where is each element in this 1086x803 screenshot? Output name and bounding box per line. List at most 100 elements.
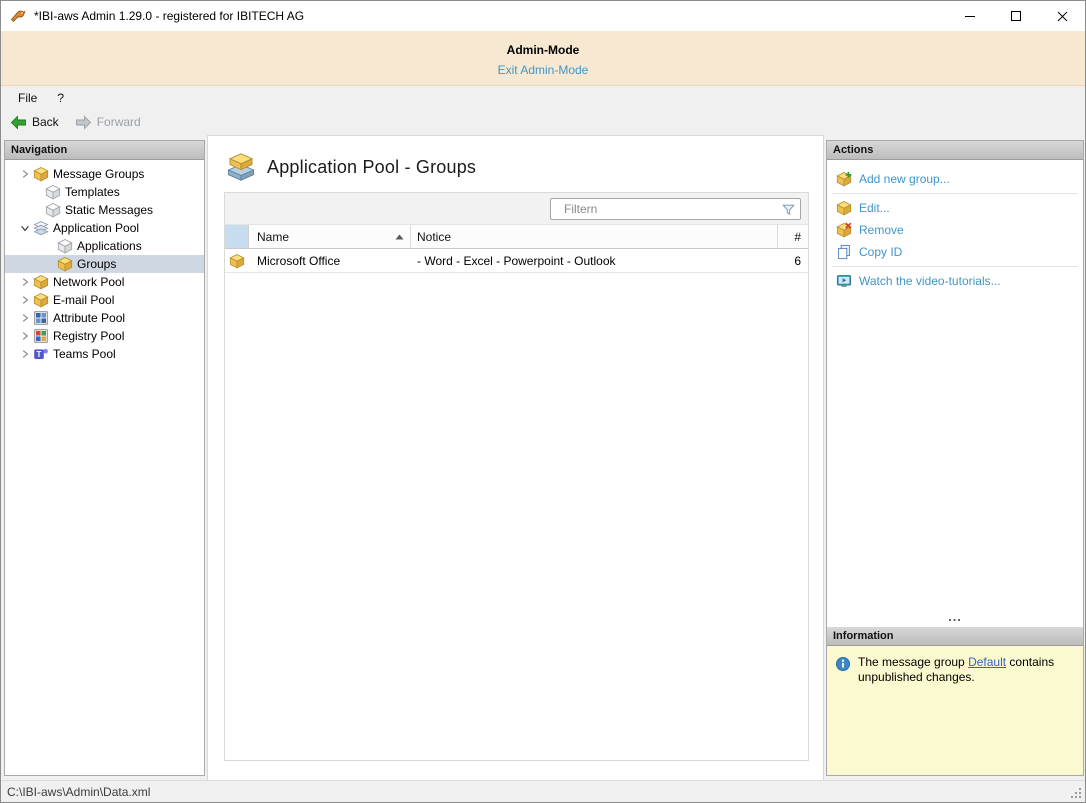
actions-list: Add new group... Edit... Remove Copy ID Watc… (827, 160, 1083, 292)
nav-item-label: Applications (77, 239, 142, 253)
table-header: Name Notice # (225, 225, 808, 249)
page-title: Application Pool - Groups (267, 157, 476, 178)
svg-text:T: T (37, 350, 42, 359)
menubar: File? (1, 86, 1085, 109)
nav-item-teams-pool[interactable]: TTeams Pool (5, 345, 204, 363)
table-body: Microsoft Office- Word - Excel - Powerpo… (225, 249, 808, 760)
nav-item-message-groups[interactable]: Message Groups (5, 165, 204, 183)
nav-item-static-messages[interactable]: Static Messages (5, 201, 204, 219)
filter-funnel-icon[interactable] (781, 202, 796, 217)
navigation-panel: Navigation Message Groups Templates Static… (4, 140, 205, 776)
nav-item-attribute-pool[interactable]: Attribute Pool (5, 309, 204, 327)
back-label: Back (32, 115, 59, 129)
sort-ascending-icon (395, 234, 404, 240)
applications-icon (57, 238, 73, 254)
exit-admin-mode-link[interactable]: Exit Admin-Mode (498, 63, 589, 77)
column-header-icon[interactable] (225, 225, 249, 248)
table-row[interactable]: Microsoft Office- Word - Excel - Powerpo… (225, 249, 808, 273)
action-add-new-group[interactable]: Add new group... (827, 168, 1083, 190)
statusbar: C:\IBI-aws\Admin\Data.xml (1, 780, 1085, 802)
action-remove[interactable]: Remove (827, 219, 1083, 241)
nav-item-label: Network Pool (53, 275, 124, 289)
info-icon (835, 656, 851, 672)
actions-divider (832, 193, 1078, 194)
copy-id-icon (836, 244, 852, 260)
nav-item-label: Application Pool (53, 221, 139, 235)
nav-item-label: Registry Pool (53, 329, 124, 343)
action-copy-id[interactable]: Copy ID (827, 241, 1083, 263)
application-pool-icon (33, 220, 49, 236)
nav-item-e-mail-pool[interactable]: E-mail Pool (5, 291, 204, 309)
row-notice: - Word - Excel - Powerpoint - Outlook (411, 254, 778, 268)
status-path: C:\IBI-aws\Admin\Data.xml (7, 785, 150, 799)
nav-item-network-pool[interactable]: Network Pool (5, 273, 204, 291)
actions-panel: Actions Add new group... Edit... Remove Cop… (826, 140, 1084, 776)
navigation-header: Navigation (5, 141, 204, 160)
chevron-right-icon[interactable] (17, 313, 33, 323)
action-watch-the-video-tutorials[interactable]: Watch the video-tutorials... (827, 270, 1083, 292)
nav-item-label: Attribute Pool (53, 311, 125, 325)
edit-icon (836, 200, 852, 216)
actions-header: Actions (827, 141, 1083, 160)
filter-input[interactable] (550, 198, 801, 220)
nav-item-label: Message Groups (53, 167, 144, 181)
row-count: 6 (778, 254, 808, 268)
content-title: Application Pool - Groups (226, 153, 476, 181)
column-label-count: # (794, 230, 801, 244)
minimize-button[interactable] (947, 1, 993, 31)
nav-item-registry-pool[interactable]: Registry Pool (5, 327, 204, 345)
chevron-right-icon[interactable] (17, 277, 33, 287)
close-button[interactable] (1039, 1, 1085, 31)
nav-item-application-pool[interactable]: Application Pool (5, 219, 204, 237)
column-header-count[interactable]: # (778, 225, 808, 248)
information-header: Information (827, 627, 1083, 646)
groups-table: Name Notice # Microsoft Office- Word - E… (224, 192, 809, 761)
remove-icon (836, 222, 852, 238)
resize-grip[interactable] (1070, 787, 1083, 800)
nav-item-applications[interactable]: Applications (5, 237, 204, 255)
default-group-link[interactable]: Default (968, 655, 1006, 669)
nav-item-label: E-mail Pool (53, 293, 114, 307)
chevron-right-icon[interactable] (17, 331, 33, 341)
forward-button[interactable]: Forward (75, 115, 141, 130)
group-row-icon (229, 253, 245, 269)
information-message: The message group Default contains unpub… (858, 655, 1063, 685)
chevron-right-icon[interactable] (17, 349, 33, 359)
app-window: *IBI-aws Admin 1.29.0 - registered for I… (0, 0, 1086, 803)
information-box: The message group Default contains unpub… (827, 646, 1083, 775)
menu-help[interactable]: ? (47, 88, 74, 108)
action-label: Add new group... (859, 172, 950, 186)
nav-item-label: Static Messages (65, 203, 153, 217)
nav-item-groups[interactable]: Groups (5, 255, 204, 273)
chevron-right-icon[interactable] (17, 169, 33, 179)
maximize-button[interactable] (993, 1, 1039, 31)
column-label-name: Name (257, 230, 289, 244)
nav-item-templates[interactable]: Templates (5, 183, 204, 201)
message-groups-icon (33, 166, 49, 182)
column-header-notice[interactable]: Notice (411, 225, 778, 248)
filter-bar (225, 193, 808, 225)
app-icon (10, 8, 26, 24)
column-header-name[interactable]: Name (249, 225, 411, 248)
templates-icon (45, 184, 61, 200)
action-label: Copy ID (859, 245, 902, 259)
toolbar: Back Forward (1, 109, 1085, 135)
admin-mode-banner: Admin-Mode Exit Admin-Mode (1, 31, 1085, 86)
info-message-before: The message group (858, 655, 968, 669)
minimize-icon (965, 16, 975, 17)
close-icon (1057, 11, 1068, 22)
panel-splitter[interactable]: ... (827, 611, 1083, 627)
menu-file[interactable]: File (8, 88, 47, 108)
actions-divider (832, 266, 1078, 267)
row-name: Microsoft Office (249, 254, 411, 268)
content-panel: Application Pool - Groups Name Notice # (207, 135, 824, 782)
chevron-down-icon[interactable] (17, 223, 33, 233)
titlebar: *IBI-aws Admin 1.29.0 - registered for I… (1, 1, 1085, 31)
forward-label: Forward (97, 115, 141, 129)
chevron-right-icon[interactable] (17, 295, 33, 305)
action-label: Edit... (859, 201, 890, 215)
back-button[interactable]: Back (10, 115, 59, 130)
action-edit[interactable]: Edit... (827, 197, 1083, 219)
groups-icon (57, 256, 73, 272)
action-label: Watch the video-tutorials... (859, 274, 1001, 288)
